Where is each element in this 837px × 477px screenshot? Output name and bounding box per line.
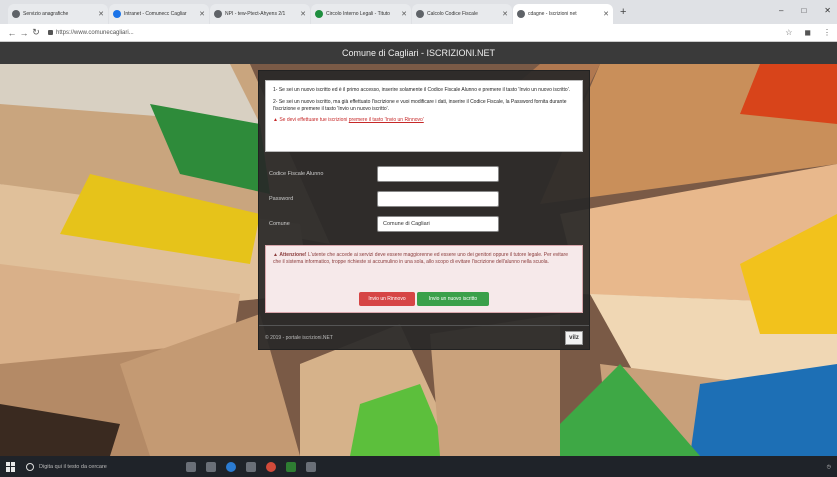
windows-taskbar: Digita qui il testo da cercare ◷: [0, 456, 837, 477]
alert-title: Attenzione!: [279, 252, 307, 258]
tray-clock-icon: ◷: [826, 463, 831, 470]
store-icon[interactable]: [246, 461, 256, 472]
chrome-browser-icon[interactable]: [266, 461, 276, 472]
close-tab-icon[interactable]: ✕: [401, 10, 407, 18]
taskbar-search[interactable]: Digita qui il testo da cercare: [26, 462, 146, 471]
menu-dots-icon[interactable]: ⋮: [823, 28, 831, 37]
browser-tab[interactable]: Calcolo Codice Fiscale ✕: [412, 4, 512, 24]
browser-tab[interactable]: Servizio anagrafiche ✕: [8, 4, 108, 24]
globe-icon: [113, 10, 121, 18]
browser-tab[interactable]: NPI - tew-Ptect-Ahyens 2/1 ✕: [210, 4, 310, 24]
new-enrollment-button[interactable]: Invio un nuovo iscritto: [417, 292, 489, 306]
instruction-line-3: ▲ Se devi effettuare tue iscrizioni prem…: [273, 117, 575, 124]
browser-toolbar-icons: ☆ ◼ ⋮: [785, 28, 831, 37]
close-window-button[interactable]: ✕: [824, 6, 831, 15]
system-tray[interactable]: ◷: [827, 464, 831, 470]
fiscal-code-input[interactable]: [377, 166, 499, 182]
renewal-link[interactable]: premere il tasto 'Invio un Rinnovo': [349, 117, 424, 123]
footer-logo: vilz: [565, 330, 583, 345]
alert-text: L'utente che accede ai servizi deve esse…: [273, 252, 568, 265]
new-tab-button[interactable]: +: [620, 6, 626, 18]
taskbar-apps: [186, 461, 316, 472]
attention-alert: ▲ Attenzione! L'utente che accede ai ser…: [265, 245, 583, 313]
extension-icon[interactable]: ◼: [804, 28, 811, 37]
password-label: Password: [269, 196, 294, 202]
globe-icon: [416, 10, 424, 18]
fiscal-code-label: Codice Fiscale Alunno: [269, 171, 324, 177]
warning-icon: ▲: [273, 117, 278, 124]
forward-arrow-icon[interactable]: →: [18, 28, 30, 38]
instruction-line-3-prefix: Se devi effettuare tue iscrizioni: [279, 117, 348, 124]
municipality-row: Comune: [269, 216, 569, 232]
lock-icon: [48, 30, 53, 35]
copyright-text: © 2019 - portale iscrizioni.NET: [265, 334, 333, 341]
instruction-line-2: 2- Se sei un nuovo iscritto, ma già effe…: [273, 98, 567, 112]
windows-start-icon[interactable]: [6, 461, 16, 472]
url-text: https://www.comunecagliari...: [56, 29, 134, 36]
globe-icon: [517, 10, 525, 18]
minimize-button[interactable]: –: [779, 6, 783, 15]
cortana-circle-icon: [26, 462, 34, 471]
password-row: Password: [269, 191, 569, 207]
alert-text-block: ▲ Attenzione! L'utente che accede ai ser…: [273, 252, 575, 280]
browser-tab-bar: Servizio anagrafiche ✕ Intranet - Comunec…: [0, 0, 837, 24]
calculator-icon[interactable]: [306, 461, 316, 472]
close-tab-icon[interactable]: ✕: [603, 10, 609, 18]
close-tab-icon[interactable]: ✕: [300, 10, 306, 18]
globe-icon: [214, 10, 222, 18]
instructions-box: 1- Se sei un nuovo iscritto ed è il prim…: [265, 80, 583, 152]
municipality-input[interactable]: [377, 216, 499, 232]
maximize-button[interactable]: □: [801, 6, 806, 15]
browser-tab[interactable]: Intranet - Comunecc Cagliar ✕: [109, 4, 209, 24]
password-input[interactable]: [377, 191, 499, 207]
login-panel: 1- Se sei un nuovo iscritto ed è il prim…: [258, 70, 590, 350]
close-tab-icon[interactable]: ✕: [502, 10, 508, 18]
task-view-icon[interactable]: [186, 461, 196, 472]
file-explorer-icon[interactable]: [206, 461, 216, 472]
app-header: Comune di Cagliari - ISCRIZIONI.NET: [0, 42, 837, 64]
window-controls: – □ ✕: [779, 6, 831, 15]
panel-footer: © 2019 - portale iscrizioni.NET vilz: [259, 325, 589, 349]
excel-icon[interactable]: [286, 461, 296, 472]
browser-tab[interactable]: Circolo Interno Legali - Tituto ✕: [311, 4, 411, 24]
page-title: Comune di Cagliari - ISCRIZIONI.NET: [341, 48, 496, 58]
url-field[interactable]: https://www.comunecagliari...: [48, 30, 134, 36]
address-bar: ← → ↻ https://www.comunecagliari... ☆ ◼ …: [0, 24, 837, 42]
browser-tab-active[interactable]: cdagne - Iscrizioni net ✕: [513, 4, 613, 24]
sheet-icon: [315, 10, 323, 18]
fiscal-code-row: Codice Fiscale Alunno: [269, 166, 569, 182]
municipality-label: Comune: [269, 221, 290, 227]
bookmark-star-icon[interactable]: ☆: [785, 28, 792, 37]
instruction-line-1: 1- Se sei un nuovo iscritto ed è il prim…: [273, 87, 571, 93]
close-tab-icon[interactable]: ✕: [199, 10, 205, 18]
edge-browser-icon[interactable]: [226, 461, 236, 472]
reload-icon[interactable]: ↻: [30, 27, 42, 38]
back-arrow-icon[interactable]: ←: [6, 28, 18, 38]
close-tab-icon[interactable]: ✕: [98, 10, 104, 18]
action-buttons: Invio un Rinnovo Invio un nuovo iscritto: [266, 292, 582, 306]
taskbar-search-text: Digita qui il testo da cercare: [39, 463, 107, 470]
renewal-button[interactable]: Invio un Rinnovo: [359, 292, 415, 306]
globe-icon: [12, 10, 20, 18]
